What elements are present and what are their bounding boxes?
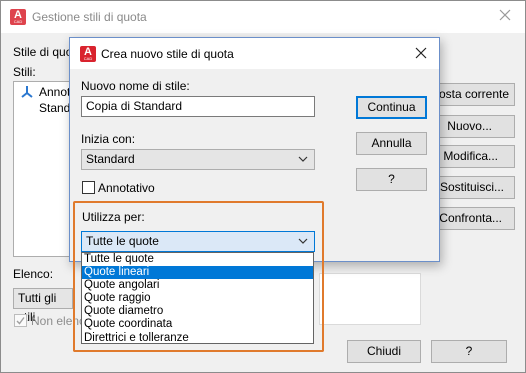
dropdown-option[interactable]: Quote diametro bbox=[82, 305, 313, 318]
compare-styles-button[interactable]: Confronta... bbox=[431, 207, 515, 230]
outer-title: Gestione stili di quota bbox=[32, 10, 147, 24]
dialog-title: Crea nuovo stile di quota bbox=[101, 47, 234, 61]
new-name-input[interactable]: Copia di Standard bbox=[81, 96, 315, 117]
list-label: Elenco: bbox=[13, 267, 54, 281]
exclude-xref-checkbox[interactable] bbox=[14, 314, 27, 327]
create-dimension-style-dialog: A CAD Crea nuovo stile di quota Nuovo nom… bbox=[69, 37, 440, 262]
annotative-style-icon bbox=[20, 85, 34, 99]
chevron-down-icon bbox=[298, 238, 308, 244]
autocad-logo-icon: A CAD bbox=[10, 9, 26, 25]
use-for-dropdown-list[interactable]: Tutte le quote Quote lineari Quote angol… bbox=[81, 252, 314, 344]
outer-help-button[interactable]: ? bbox=[431, 340, 507, 363]
close-icon[interactable] bbox=[413, 45, 429, 61]
start-with-select[interactable]: Standard bbox=[81, 149, 315, 170]
use-for-value: Tutte le quote bbox=[86, 234, 159, 248]
styles-list[interactable]: Annotativo Standard bbox=[13, 81, 96, 257]
help-button[interactable]: ? bbox=[356, 168, 427, 191]
annotative-checkbox[interactable] bbox=[82, 181, 95, 194]
close-icon[interactable] bbox=[497, 7, 513, 23]
chevron-down-icon bbox=[298, 156, 308, 162]
new-name-value: Copia di Standard bbox=[86, 99, 183, 113]
start-with-value: Standard bbox=[86, 152, 135, 166]
preview-panel bbox=[319, 273, 421, 325]
outer-titlebar: A CAD Gestione stili di quota bbox=[1, 1, 525, 33]
autocad-logo-icon: A CAD bbox=[80, 46, 96, 62]
dropdown-option[interactable]: Quote raggio bbox=[82, 292, 313, 305]
dialog-titlebar: A CAD Crea nuovo stile di quota bbox=[70, 38, 439, 69]
dropdown-option[interactable]: Direttrici e tolleranze bbox=[82, 332, 313, 345]
continue-button[interactable]: Continua bbox=[356, 96, 427, 119]
new-name-label: Nuovo nome di stile: bbox=[81, 79, 190, 93]
dropdown-option[interactable]: Quote coordinata bbox=[82, 318, 313, 331]
override-style-button[interactable]: Sostituisci... bbox=[431, 176, 515, 199]
cancel-button[interactable]: Annulla bbox=[356, 132, 427, 155]
styles-label: Stili: bbox=[13, 65, 36, 79]
set-current-button[interactable]: Imposta corrente bbox=[431, 83, 515, 106]
dropdown-option[interactable]: Tutte le quote bbox=[82, 253, 313, 266]
modify-style-button[interactable]: Modifica... bbox=[431, 145, 515, 168]
dropdown-option[interactable]: Quote angolari bbox=[82, 279, 313, 292]
close-button[interactable]: Chiudi bbox=[347, 340, 421, 363]
use-for-label: Utilizza per: bbox=[82, 210, 145, 224]
annotative-label: Annotativo bbox=[98, 181, 155, 195]
new-style-button[interactable]: Nuovo... bbox=[431, 115, 515, 138]
use-for-select[interactable]: Tutte le quote bbox=[81, 231, 315, 252]
dropdown-option-selected[interactable]: Quote lineari bbox=[82, 266, 313, 280]
start-with-label: Inizia con: bbox=[81, 132, 136, 146]
list-filter-select[interactable]: Tutti gli stili bbox=[13, 288, 73, 324]
